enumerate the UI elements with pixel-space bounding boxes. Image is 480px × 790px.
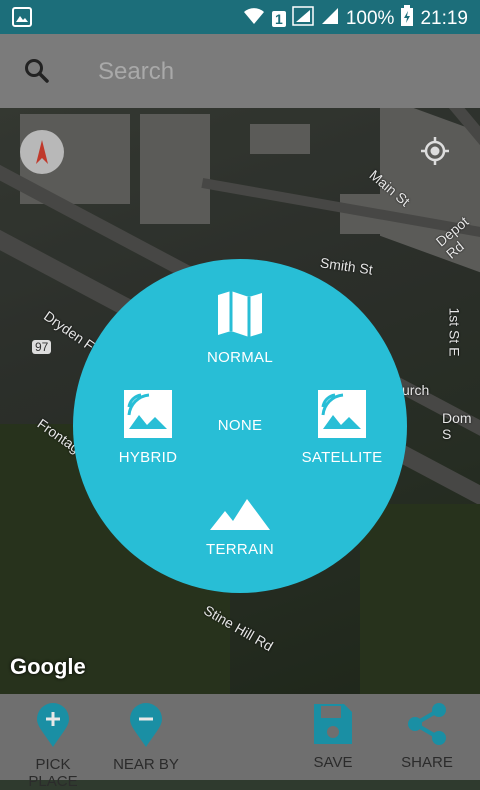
- compass-button[interactable]: [20, 130, 64, 174]
- image-icon: [124, 390, 172, 438]
- highway-shield: 97: [32, 340, 52, 354]
- map-building: [250, 124, 310, 154]
- map-label: Smith St: [319, 254, 374, 278]
- map-field: [360, 504, 480, 694]
- battery-percent: 100%: [345, 8, 395, 29]
- terrain-icon: [210, 499, 270, 530]
- google-logo: Google: [10, 654, 86, 679]
- share-icon: [408, 703, 446, 745]
- search-input[interactable]: [96, 52, 460, 92]
- signal-icon-2: [320, 6, 340, 32]
- map-type-menu: NORMAL HYBRID NONE SATELLITE TERRAIN: [73, 259, 407, 593]
- map-type-satellite-option[interactable]: SATELLITE: [287, 389, 397, 466]
- pick-place-label: PICK PLACE: [28, 756, 78, 790]
- satellite-label: SATELLITE: [301, 449, 383, 466]
- bottom-nav: PICK PLACE NEAR BY SAVE SHARE: [0, 694, 480, 790]
- map-label: Stine Hill Rd: [201, 601, 276, 655]
- my-location-icon: [421, 137, 449, 165]
- map-type-hybrid-option[interactable]: HYBRID: [103, 389, 193, 466]
- near-by-label: NEAR BY: [113, 756, 179, 773]
- compass-icon: [36, 140, 48, 164]
- share-label: SHARE: [401, 754, 453, 771]
- map-road: [201, 178, 480, 240]
- search-icon[interactable]: [24, 58, 50, 89]
- map-label: Depot Rd: [432, 213, 472, 262]
- search-bar: [0, 34, 480, 108]
- battery-charging-icon: [400, 5, 414, 33]
- image-icon: [318, 390, 366, 438]
- signal-icon: [292, 6, 314, 32]
- none-label: NONE: [217, 417, 263, 434]
- normal-label: NORMAL: [207, 349, 273, 366]
- my-location-button[interactable]: [420, 136, 450, 171]
- map-label: Main St: [366, 166, 414, 210]
- add-location-icon: [37, 703, 69, 747]
- pick-place-button[interactable]: PICK PLACE: [10, 702, 96, 790]
- status-bar: 1 100% 21:19: [0, 0, 480, 34]
- map-label: urch: [402, 382, 430, 398]
- hybrid-label: HYBRID: [118, 449, 178, 466]
- wifi-icon: [242, 6, 266, 32]
- terrain-label: TERRAIN: [206, 541, 274, 558]
- map-fold-icon: [218, 291, 262, 337]
- map-type-normal-option[interactable]: NORMAL: [190, 289, 290, 366]
- save-button[interactable]: SAVE: [300, 702, 366, 771]
- sim-indicator: 1: [272, 11, 286, 27]
- map-type-none-option[interactable]: NONE: [200, 417, 280, 434]
- save-icon: [314, 704, 352, 744]
- clock: 21:19: [420, 8, 468, 29]
- map-building: [140, 114, 210, 224]
- gallery-notification-icon: [12, 7, 32, 33]
- map-type-terrain-option[interactable]: TERRAIN: [190, 497, 290, 558]
- remove-location-icon: [130, 703, 162, 747]
- share-button[interactable]: SHARE: [394, 702, 460, 771]
- map-building: [340, 194, 385, 234]
- map-label: 1st St E: [446, 307, 463, 357]
- save-label: SAVE: [313, 754, 353, 771]
- near-by-button[interactable]: NEAR BY: [108, 702, 184, 773]
- map-label: Dom S: [442, 410, 472, 442]
